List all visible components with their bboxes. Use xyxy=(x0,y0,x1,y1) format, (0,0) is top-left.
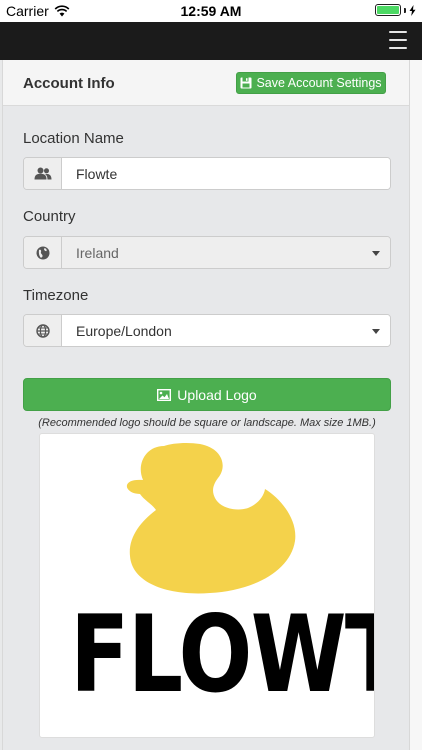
scroll-edge xyxy=(410,60,422,750)
location-name-group: Flowte xyxy=(23,157,391,190)
users-icon xyxy=(24,158,62,189)
app-header xyxy=(0,22,422,60)
chevron-down-icon xyxy=(372,251,380,256)
globe-wire-icon xyxy=(24,315,62,346)
battery-icon xyxy=(375,4,416,16)
logo-preview: FLOWTE xyxy=(39,433,375,738)
country-select[interactable]: Ireland xyxy=(62,237,390,268)
logo-wordmark: FLOWTE xyxy=(70,593,374,716)
save-account-settings-button[interactable]: Save Account Settings xyxy=(236,72,386,94)
panel-title: Account Info xyxy=(23,75,115,92)
charging-bolt-icon xyxy=(409,4,416,16)
country-label: Country xyxy=(23,208,76,225)
timezone-value: Europe/London xyxy=(76,322,172,339)
timezone-group: Europe/London xyxy=(23,314,391,347)
globe-icon xyxy=(24,237,62,268)
clock: 12:59 AM xyxy=(180,3,242,19)
save-button-label: Save Account Settings xyxy=(256,76,382,90)
save-floppy-icon xyxy=(240,77,252,89)
country-value: Ireland xyxy=(76,244,119,261)
panel-heading: Account Info Save Account Settings xyxy=(3,60,409,106)
status-bar: Carrier 12:59 AM xyxy=(0,0,422,22)
upload-logo-button[interactable]: Upload Logo xyxy=(23,378,391,411)
hamburger-menu-icon[interactable] xyxy=(389,31,407,49)
timezone-label: Timezone xyxy=(23,287,89,304)
picture-icon xyxy=(157,388,172,401)
timezone-select[interactable]: Europe/London xyxy=(62,315,390,346)
upload-logo-label: Upload Logo xyxy=(177,386,257,403)
duck-logo-icon xyxy=(126,442,296,594)
account-panel: Account Info Save Account Settings Locat… xyxy=(2,60,410,750)
chevron-down-icon xyxy=(372,329,380,334)
country-group: Ireland xyxy=(23,236,391,269)
upload-hint: (Recommended logo should be square or la… xyxy=(38,417,376,429)
location-name-label: Location Name xyxy=(23,130,124,147)
location-name-input[interactable]: Flowte xyxy=(62,158,390,189)
